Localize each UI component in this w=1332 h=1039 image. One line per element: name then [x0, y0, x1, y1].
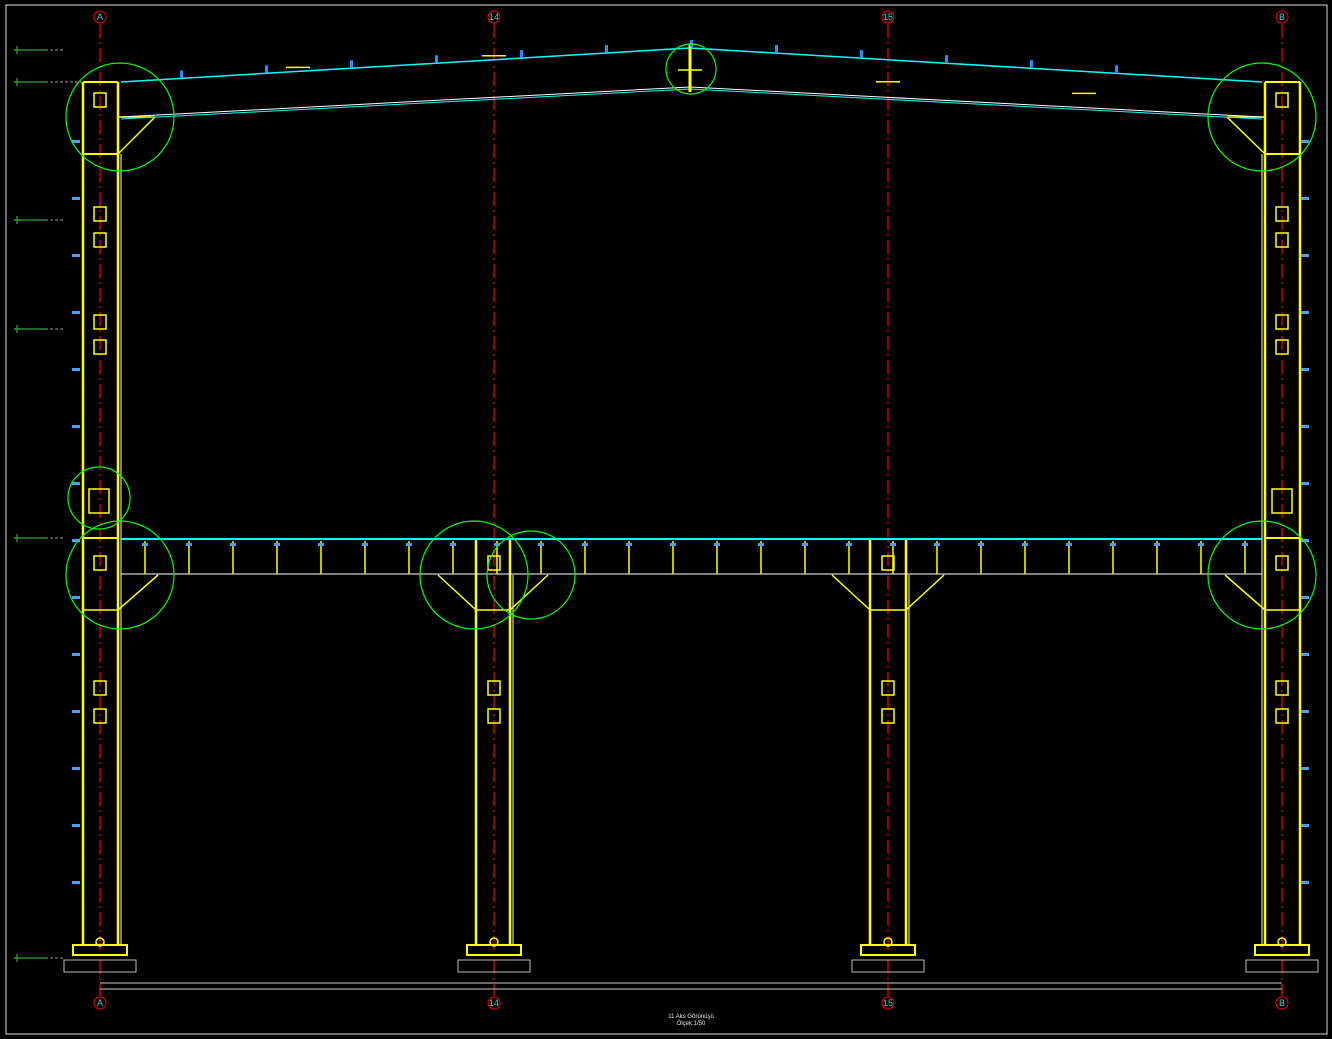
joist-clip — [1154, 543, 1160, 546]
knee-brace — [437, 574, 477, 611]
drawing-title: 11 Aks Görünüşü — [668, 1014, 714, 1020]
steel-frame — [63, 40, 1319, 973]
joist-clip — [1022, 543, 1028, 546]
axis-label: 15 — [883, 998, 893, 1008]
axis-label: A — [97, 12, 103, 22]
purlin-cleat — [435, 55, 438, 63]
haunch-brace — [1226, 116, 1266, 155]
joist-clip — [1198, 543, 1204, 546]
knee-brace — [905, 574, 945, 611]
girt — [1301, 254, 1309, 257]
joist-clip — [846, 543, 852, 546]
level-marker-icon — [14, 216, 20, 224]
level-marker-icon — [14, 325, 20, 333]
axis-label: A — [97, 998, 103, 1008]
drawing-scale: Ölçek:1/50 — [677, 1020, 706, 1027]
joist-clip — [274, 543, 280, 546]
joist-clip — [450, 543, 456, 546]
axis-label: B — [1279, 998, 1285, 1008]
axis-label: B — [1279, 12, 1285, 22]
girt — [72, 197, 80, 200]
joist-clip — [186, 543, 192, 546]
elevation-drawing: A A 14 14 15 15 B B 11 Aks Görünüşü Ölçek:1/50 — [5, 4, 1328, 1035]
girt — [1301, 368, 1309, 371]
haunch-brace — [117, 116, 156, 155]
girt — [1301, 425, 1309, 428]
joist-clip — [758, 543, 764, 546]
girt — [72, 596, 80, 599]
girt — [72, 653, 80, 656]
joist-clip — [142, 543, 148, 546]
girt — [72, 254, 80, 257]
girt — [72, 710, 80, 713]
joist-clip — [714, 543, 720, 546]
detail-callout-circle — [419, 520, 529, 630]
level-markers — [14, 46, 82, 962]
girt — [1301, 653, 1309, 656]
purlin-cleat — [605, 45, 608, 53]
girt — [1301, 140, 1309, 143]
level-marker-icon — [14, 78, 20, 86]
purlin-cleat — [945, 55, 948, 63]
purlin-cleat — [1030, 60, 1033, 68]
purlin-cleat — [775, 45, 778, 53]
girt — [72, 368, 80, 371]
joist-clip — [362, 543, 368, 546]
girt — [72, 140, 80, 143]
detail-callout-circle — [486, 530, 576, 620]
girt — [1301, 767, 1309, 770]
joist-clip — [318, 543, 324, 546]
girt — [1301, 482, 1309, 485]
joist-clip — [582, 543, 588, 546]
purlin-cleat — [860, 50, 863, 58]
girt — [1301, 596, 1309, 599]
joist-clip — [538, 543, 544, 546]
purlin-cleat — [520, 50, 523, 58]
purlin-cleat — [1115, 65, 1118, 73]
girt — [1301, 710, 1309, 713]
girt — [72, 824, 80, 827]
level-marker-icon — [14, 954, 20, 962]
girt — [1301, 197, 1309, 200]
joist-clip — [230, 543, 236, 546]
joist-clip — [934, 543, 940, 546]
joist-clip — [626, 543, 632, 546]
joist-clip — [1110, 543, 1116, 546]
girt — [1301, 311, 1309, 314]
joist-clip — [978, 543, 984, 546]
girt — [72, 311, 80, 314]
knee-brace — [831, 574, 871, 611]
knee-brace — [509, 574, 549, 611]
purlin-cleat — [350, 60, 353, 68]
girt — [72, 425, 80, 428]
purlin-cleat — [180, 70, 183, 78]
girt — [72, 767, 80, 770]
axis-label: 15 — [883, 12, 893, 22]
girt — [1301, 824, 1309, 827]
axis-grid: A A 14 14 15 15 B B — [93, 10, 1289, 1010]
drawing-border — [5, 4, 1328, 1035]
cad-drawing-viewport[interactable]: A A 14 14 15 15 B B 11 Aks Görünüşü Ölçek:1/50 — [0, 0, 1332, 1039]
knee-brace — [1224, 574, 1266, 611]
detail-callouts — [65, 43, 1317, 630]
purlin-cleat — [265, 65, 268, 73]
level-marker-icon — [14, 46, 20, 54]
joist-clip — [670, 543, 676, 546]
joist-clip — [406, 543, 412, 546]
girt — [72, 482, 80, 485]
axis-label: 14 — [489, 12, 499, 22]
dimension-line — [100, 982, 1282, 990]
splice-plate — [88, 488, 110, 514]
joist-clip — [890, 543, 896, 546]
joist-clip — [1242, 543, 1248, 546]
knee-brace — [117, 574, 159, 611]
axis-label: 14 — [489, 998, 499, 1008]
level-marker-icon — [14, 534, 20, 542]
girt — [1301, 881, 1309, 884]
girt — [72, 881, 80, 884]
joist-clip — [802, 543, 808, 546]
joist-clip — [1066, 543, 1072, 546]
